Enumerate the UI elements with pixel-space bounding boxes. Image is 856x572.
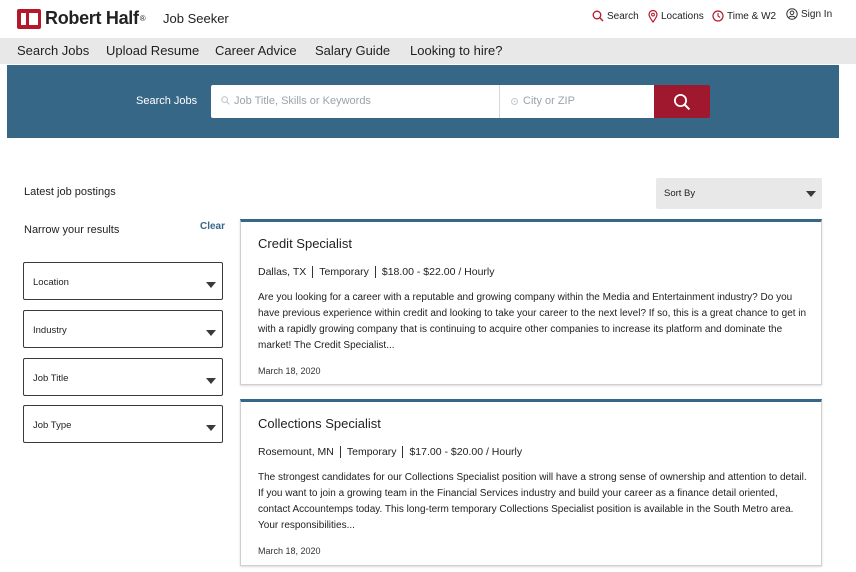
robert-half-logo[interactable]: Robert Half ® [17, 8, 146, 29]
filter-location[interactable]: Location [23, 262, 223, 300]
chevron-down-icon [206, 330, 216, 336]
latest-postings-heading: Latest job postings [24, 186, 116, 198]
user-icon [786, 8, 798, 20]
section-label[interactable]: Job Seeker [163, 11, 229, 26]
util-locations-label: Locations [661, 11, 704, 22]
location-pin-icon [648, 10, 658, 23]
main-nav: Search Jobs Upload Resume Career Advice … [0, 38, 856, 64]
job-posted-date: March 18, 2020 [258, 366, 321, 376]
util-time-w2-label: Time & W2 [727, 10, 777, 22]
location-placeholder: City or ZIP [523, 95, 575, 107]
search-icon [674, 93, 691, 110]
filter-job-type-label: Job Type [33, 420, 72, 431]
nav-upload-resume[interactable]: Upload Resume [106, 43, 199, 58]
meta-divider [374, 266, 376, 278]
search-icon [592, 10, 604, 22]
util-time-w2-link[interactable]: Time & W2 [712, 10, 776, 22]
sort-by-select[interactable]: Sort By [656, 178, 822, 209]
chevron-down-icon [206, 425, 216, 431]
job-description: The strongest candidates for our Collect… [258, 472, 807, 531]
filter-industry-label: Industry [33, 325, 67, 336]
util-sign-in-label: Sign In [801, 8, 833, 20]
sort-by-label: Sort By [664, 188, 696, 199]
job-title-link[interactable]: Collections Specialist [258, 416, 381, 431]
job-location: Rosemount, MN [258, 446, 334, 458]
filter-job-title[interactable]: Job Title [23, 358, 223, 396]
site-header: Robert Half ® Job Seeker Search Location… [0, 0, 856, 38]
util-search-link[interactable]: Search [592, 10, 639, 22]
search-band: Search Jobs Job Title, Skills or Keyword… [7, 65, 839, 138]
job-meta: Dallas, TX Temporary $18.00 - $22.00 / H… [258, 266, 495, 278]
filter-job-type[interactable]: Job Type [23, 405, 223, 443]
util-search-label: Search [607, 10, 639, 22]
chevron-down-icon [206, 282, 216, 288]
search-submit-button[interactable] [654, 85, 710, 118]
job-card[interactable]: Collections Specialist Rosemount, MN Tem… [240, 399, 822, 566]
logo-mark-icon [17, 8, 41, 29]
keyword-placeholder: Job Title, Skills or Keywords [234, 95, 371, 107]
filter-job-title-label: Job Title [33, 373, 69, 384]
job-card[interactable]: Credit Specialist Dallas, TX Temporary $… [240, 219, 822, 385]
util-locations-link[interactable]: Locations [648, 10, 704, 23]
meta-divider [339, 446, 341, 458]
nav-career-advice[interactable]: Career Advice [215, 43, 297, 58]
nav-salary-guide[interactable]: Salary Guide [315, 43, 390, 58]
job-meta: Rosemount, MN Temporary $17.00 - $20.00 … [258, 446, 522, 458]
logo-text: Robert Half [45, 8, 139, 28]
crosshair-icon [511, 98, 518, 105]
job-pay: $18.00 - $22.00 / Hourly [381, 266, 495, 278]
clock-icon [712, 10, 724, 22]
job-location: Dallas, TX [258, 266, 307, 278]
nav-search-jobs[interactable]: Search Jobs [17, 43, 89, 58]
filter-location-label: Location [33, 277, 69, 288]
job-title-link[interactable]: Credit Specialist [258, 236, 352, 251]
search-icon [221, 96, 230, 105]
location-search-input[interactable]: City or ZIP [499, 85, 654, 118]
job-posted-date: March 18, 2020 [258, 546, 321, 556]
chevron-down-icon [206, 378, 216, 384]
meta-divider [312, 266, 314, 278]
job-description: Are you looking for a career with a repu… [258, 292, 807, 351]
meta-divider [402, 446, 404, 458]
util-sign-in-link[interactable]: Sign In [786, 8, 832, 20]
filter-industry[interactable]: Industry [23, 310, 223, 348]
job-pay: $17.00 - $20.00 / Hourly [409, 446, 523, 458]
narrow-results-heading: Narrow your results [24, 224, 120, 236]
job-type: Temporary [346, 446, 397, 458]
logo-registered-mark: ® [139, 14, 146, 23]
keyword-search-input[interactable]: Job Title, Skills or Keywords [211, 85, 499, 118]
chevron-down-icon [806, 191, 816, 197]
search-jobs-label: Search Jobs [136, 95, 198, 107]
nav-looking-to-hire[interactable]: Looking to hire? [410, 43, 503, 58]
job-type: Temporary [319, 266, 369, 278]
clear-filters-link[interactable]: Clear [200, 221, 225, 232]
